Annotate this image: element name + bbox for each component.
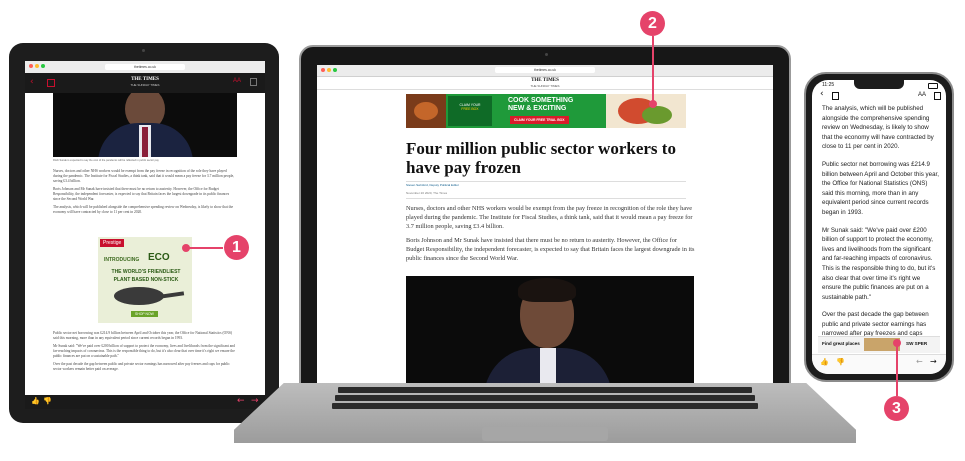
minimize-dot[interactable] — [327, 68, 331, 72]
article-rule — [406, 198, 686, 199]
share-icon[interactable] — [934, 92, 941, 100]
ad-line-introducing: INTRODUCING — [104, 257, 140, 263]
phone-sticky-ad[interactable]: Find great places SW SPER — [818, 336, 940, 353]
callout-1-anchor — [182, 244, 190, 252]
tablet-paragraph: Boris Johnson and Mr Sunak have insisted… — [53, 187, 230, 201]
tablet-bottom-bar: 👍 👎 ← → — [25, 395, 265, 409]
battery-icon — [928, 83, 938, 89]
tablet-body-top: Nurses, doctors and other NHS workers wo… — [53, 169, 237, 215]
thumbs-up-icon[interactable]: 👍 — [31, 397, 40, 405]
ad-tag-line2: FREE BOX — [461, 107, 479, 111]
article-headline: Four million public sector workers to ha… — [406, 139, 676, 177]
back-arrow-icon[interactable]: ‹ — [820, 89, 824, 99]
ad-line-nonstick: PLANT BASED NON-STICK — [113, 277, 179, 283]
tablet-screen: thetimes.co.uk ‹ THE TIMES THE SUNDAY TI… — [25, 61, 265, 409]
article-paragraph: Nurses, doctors and other NHS workers wo… — [406, 205, 693, 230]
ad-trial-button[interactable]: CLAIM YOUR FREE TRIAL BOX — [510, 116, 569, 124]
laptop-camera — [545, 53, 548, 56]
text-size-icon[interactable]: AA — [233, 78, 241, 84]
bookmark-icon[interactable] — [832, 92, 839, 100]
tablet-times-header: ‹ THE TIMES THE SUNDAY TIMES AA — [25, 73, 265, 93]
tablet-prestige-ad[interactable]: Prestige INTRODUCING ECO THE WORLD'S FRI… — [98, 237, 192, 323]
phone-ad-text: Find great places — [822, 341, 860, 346]
article-rule — [406, 181, 686, 182]
article-byline: Steven Swinford, Deputy Political Editor — [406, 183, 459, 187]
tablet-device: thetimes.co.uk ‹ THE TIMES THE SUNDAY TI… — [9, 43, 279, 423]
ad-line-eco: ECO — [148, 252, 170, 263]
phone-bottom-bar: 👍 👎 ← → — [812, 354, 946, 374]
callout-1-badge: 1 — [224, 235, 249, 260]
thumbs-up-icon[interactable]: 👍 — [820, 358, 829, 366]
sections-icon[interactable] — [47, 79, 55, 87]
phone-status-time: 11:25 — [822, 82, 835, 88]
laptop-browser-bar: thetimes.co.uk — [317, 65, 773, 77]
laptop-url-field[interactable]: thetimes.co.uk — [495, 67, 595, 73]
laptop-lid: thetimes.co.uk THE TIMES THE SUNDAY TIME… — [299, 45, 791, 387]
share-icon[interactable] — [250, 78, 257, 86]
prestige-logo: Prestige — [100, 239, 125, 247]
maximize-dot[interactable] — [41, 64, 45, 68]
callout-2-anchor — [649, 100, 657, 108]
tablet-url-field[interactable]: thetimes.co.uk — [105, 64, 185, 70]
laptop-base — [234, 383, 856, 443]
phone-ad-brand: SW SPER — [906, 341, 928, 346]
text-size-icon[interactable]: AA — [918, 92, 926, 98]
laptop-keyboard — [332, 385, 758, 415]
tablet-paragraph: Public sector net borrowing was £214.9 b… — [53, 331, 233, 340]
phone-paragraph: Over the past decade the gap between pub… — [822, 311, 929, 338]
thumbs-down-icon[interactable]: 👎 — [836, 358, 845, 366]
close-dot[interactable] — [29, 64, 33, 68]
next-arrow-icon[interactable]: → — [930, 357, 937, 366]
tablet-article-photo — [53, 93, 237, 157]
tablet-body-bottom: Public sector net borrowing was £214.9 b… — [53, 331, 237, 372]
laptop-screen: thetimes.co.uk THE TIMES THE SUNDAY TIME… — [317, 65, 773, 387]
callout-1-line — [187, 247, 223, 249]
thumbs-down-icon[interactable]: 👎 — [43, 397, 52, 405]
laptop-banner-ad[interactable]: CLAIM YOUR FREE BOX COOK SOMETHING NEW &… — [406, 94, 686, 128]
masthead-divider — [317, 89, 773, 90]
tablet-paragraph: The analysis, which will be published al… — [53, 205, 234, 214]
close-dot[interactable] — [321, 68, 325, 72]
laptop-trackpad[interactable] — [482, 427, 608, 441]
callout-3-line — [896, 343, 898, 396]
laptop-masthead: THE TIMES — [531, 78, 559, 83]
ad-line-friendliest: THE WORLD'S FRIENDLIEST — [111, 269, 181, 275]
tablet-masthead-sub: THE SUNDAY TIMES — [130, 83, 160, 87]
ad-shop-now-button[interactable]: SHOP NOW — [131, 311, 158, 317]
phone-paragraph: The analysis, which will be published al… — [822, 105, 934, 151]
next-arrow-icon[interactable]: → — [251, 396, 259, 406]
tablet-camera — [142, 49, 145, 52]
laptop-body: Nurses, doctors and other NHS workers wo… — [406, 204, 696, 263]
laptop-masthead-sub: THE SUNDAY TIMES — [530, 84, 560, 88]
tablet-photo-caption: Rishi Sunak is expected to say the cost … — [53, 159, 159, 162]
article-paragraph: Boris Johnson and Mr Sunak have insisted… — [406, 237, 695, 262]
prev-arrow-icon[interactable]: ← — [237, 396, 245, 406]
phone-paragraph: Public sector net borrowing was £214.9 b… — [822, 160, 939, 216]
minimize-dot[interactable] — [35, 64, 39, 68]
ad-claim-tag: CLAIM YOUR FREE BOX — [448, 96, 492, 126]
tablet-paragraph: Over the past decade the gap between pub… — [53, 362, 230, 371]
tablet-masthead: THE TIMES — [131, 77, 159, 82]
phone-screen: 11:25 ‹ AA The analysis, which will be p… — [812, 80, 946, 374]
phone-body: The analysis, which will be published al… — [822, 104, 940, 339]
tablet-paragraph: Mr Sunak said: "We've paid over £200 bil… — [53, 344, 235, 358]
ad-headline-1: COOK SOMETHING — [508, 97, 574, 104]
phone-device: 11:25 ‹ AA The analysis, which will be p… — [804, 72, 954, 382]
article-date: November 20 2020, The Times — [406, 191, 448, 195]
frying-pan-icon — [114, 287, 164, 305]
maximize-dot[interactable] — [333, 68, 337, 72]
article-photo — [406, 276, 694, 387]
callout-3-anchor — [893, 339, 901, 347]
phone-notch — [854, 80, 904, 89]
back-arrow-icon[interactable]: ‹ — [30, 77, 34, 87]
tablet-paragraph: Nurses, doctors and other NHS workers wo… — [53, 169, 235, 183]
phone-paragraph: Mr Sunak said: "We've paid over £200 bil… — [822, 226, 936, 301]
callout-2-badge: 2 — [640, 11, 665, 36]
ad-headline-2: NEW & EXCITING — [508, 105, 567, 112]
callout-3-badge: 3 — [884, 396, 909, 421]
callout-2-line — [652, 36, 654, 102]
prev-arrow-icon[interactable]: ← — [916, 357, 923, 366]
